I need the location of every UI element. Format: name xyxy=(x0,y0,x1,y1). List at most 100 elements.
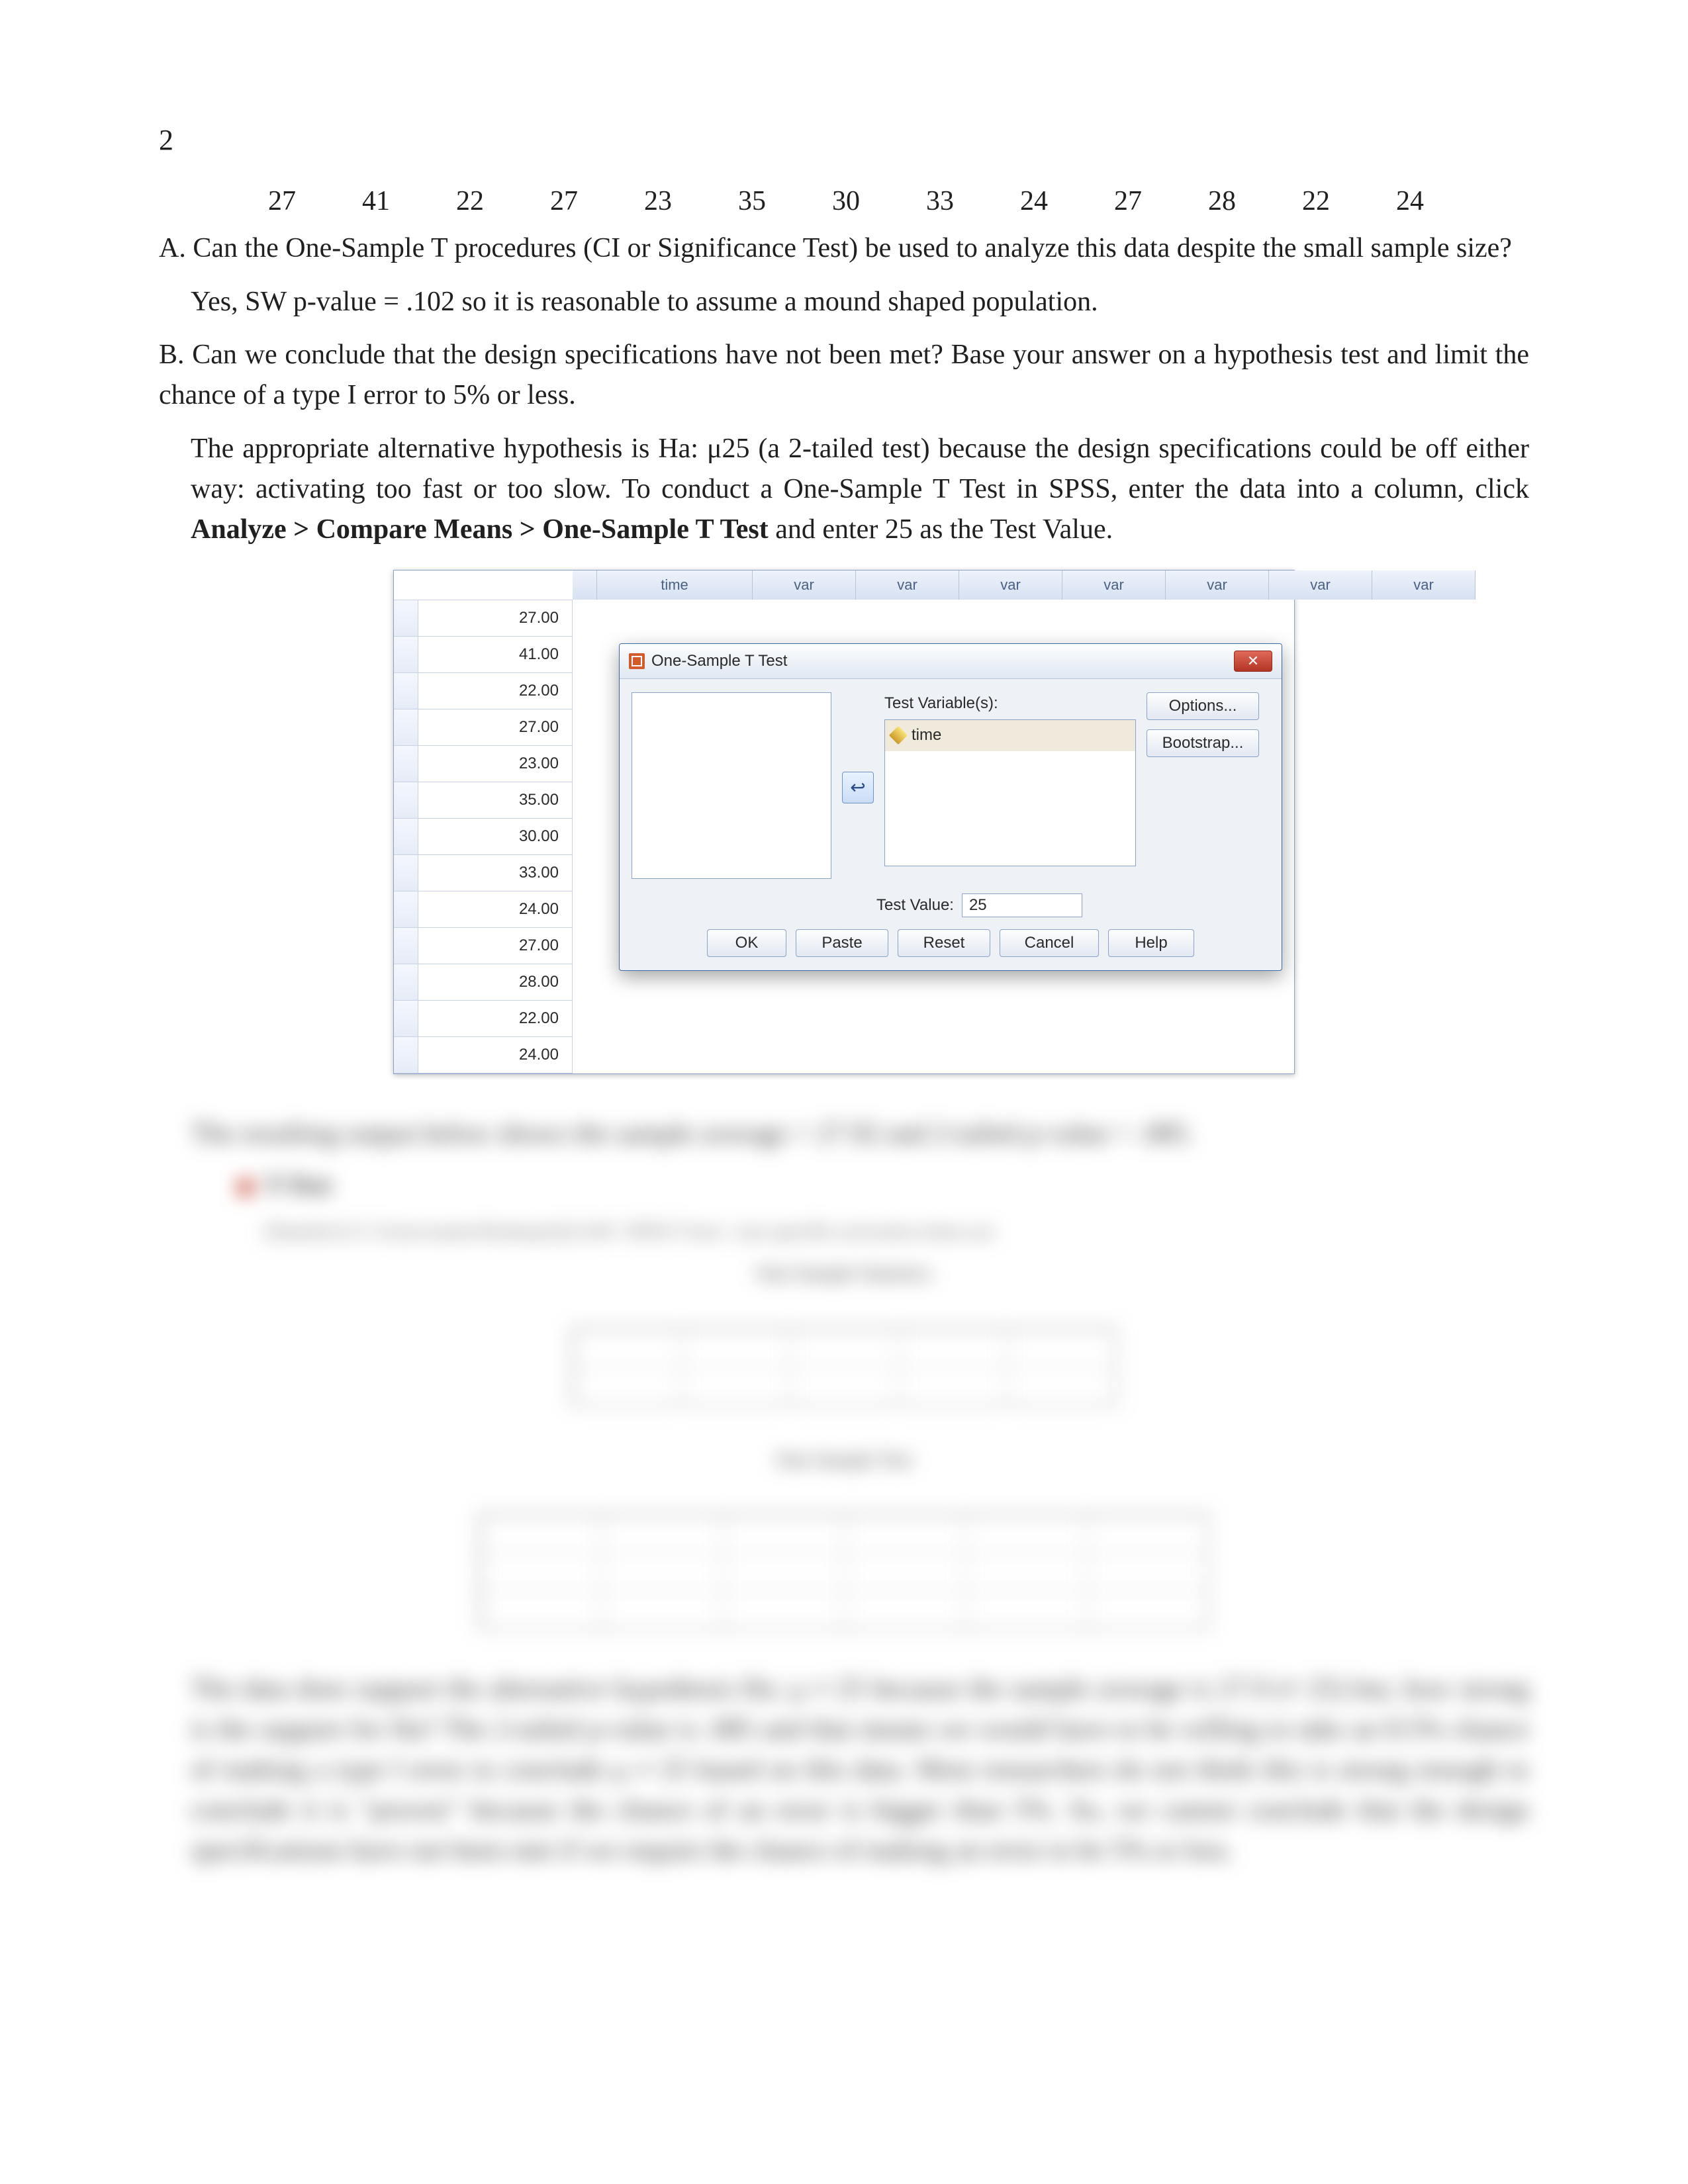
row-header[interactable] xyxy=(394,600,418,636)
spreadsheet-row[interactable]: 24.00 xyxy=(394,1037,573,1073)
cell-value[interactable]: 24.00 xyxy=(418,891,573,927)
col-header-var[interactable]: var xyxy=(1269,570,1372,600)
cell-value[interactable]: 27.00 xyxy=(418,928,573,964)
row-header[interactable] xyxy=(394,673,418,709)
stats-table-caption: One-Sample Statistics xyxy=(159,1259,1529,1288)
cell-value[interactable]: 28.00 xyxy=(418,964,573,1000)
sample-data-row: 27412227233530332427282224 xyxy=(265,181,1529,222)
sample-value: 35 xyxy=(735,181,769,222)
col-header-var[interactable]: var xyxy=(856,570,959,600)
cell-value[interactable]: 41.00 xyxy=(418,637,573,672)
bootstrap-button[interactable]: Bootstrap... xyxy=(1147,729,1259,757)
test-value-label: Test Value: xyxy=(876,894,954,917)
sample-value: 22 xyxy=(1299,181,1333,222)
test-value-input[interactable]: 25 xyxy=(962,893,1082,917)
spss-screenshot: time var var var var var var var 27.0041… xyxy=(393,570,1295,1074)
col-header-time[interactable]: time xyxy=(597,570,753,600)
sample-value: 30 xyxy=(829,181,863,222)
row-header[interactable] xyxy=(394,782,418,818)
sample-value: 41 xyxy=(359,181,393,222)
spreadsheet-header-row: time var var var var var var var xyxy=(573,570,1294,600)
row-header[interactable] xyxy=(394,891,418,927)
row-header[interactable] xyxy=(394,855,418,891)
row-header[interactable] xyxy=(394,637,418,672)
spreadsheet-row[interactable]: 23.00 xyxy=(394,746,573,782)
spreadsheet-row[interactable]: 28.00 xyxy=(394,964,573,1001)
cell-value[interactable]: 22.00 xyxy=(418,1001,573,1036)
ok-button[interactable]: OK xyxy=(707,929,786,957)
spreadsheet-row[interactable]: 22.00 xyxy=(394,673,573,709)
spreadsheet-row[interactable]: 41.00 xyxy=(394,637,573,673)
output-heading: T-Test xyxy=(238,1167,1529,1204)
cell-value[interactable]: 23.00 xyxy=(418,746,573,782)
col-header-var[interactable]: var xyxy=(1166,570,1269,600)
sample-value: 27 xyxy=(265,181,299,222)
cancel-button[interactable]: Cancel xyxy=(1000,929,1099,957)
row-header[interactable] xyxy=(394,928,418,964)
row-header[interactable] xyxy=(394,819,418,854)
cell-value[interactable]: 35.00 xyxy=(418,782,573,818)
spreadsheet-row[interactable]: 30.00 xyxy=(394,819,573,855)
row-header[interactable] xyxy=(394,1001,418,1036)
spreadsheet-row[interactable]: 35.00 xyxy=(394,782,573,819)
col-header-var[interactable]: var xyxy=(959,570,1062,600)
sample-value: 24 xyxy=(1017,181,1051,222)
output-summary-line: The resulting output below shows the sam… xyxy=(191,1114,1529,1154)
question-b-prompt: B. Can we conclude that the design speci… xyxy=(159,335,1529,416)
test-variables-list[interactable]: time xyxy=(884,719,1136,866)
cell-value[interactable]: 27.00 xyxy=(418,709,573,745)
cell-value[interactable]: 30.00 xyxy=(418,819,573,854)
col-header-var[interactable]: var xyxy=(1062,570,1166,600)
locked-content: The resulting output below shows the sam… xyxy=(159,1114,1529,1871)
close-icon[interactable]: ✕ xyxy=(1234,651,1272,672)
col-header-var[interactable]: var xyxy=(1372,570,1476,600)
variable-icon xyxy=(889,726,908,745)
spreadsheet-row[interactable]: 22.00 xyxy=(394,1001,573,1037)
dialog-titlebar[interactable]: One-Sample T Test ✕ xyxy=(620,644,1282,679)
row-header[interactable] xyxy=(394,709,418,745)
move-variable-button[interactable]: ↩ xyxy=(842,772,874,803)
one-sample-statistics-table xyxy=(571,1328,1117,1406)
cell-value[interactable]: 33.00 xyxy=(418,855,573,891)
sample-value: 27 xyxy=(1111,181,1145,222)
sample-value: 24 xyxy=(1393,181,1427,222)
sample-value: 28 xyxy=(1205,181,1239,222)
spreadsheet-column: 27.0041.0022.0027.0023.0035.0030.0033.00… xyxy=(394,570,573,1073)
test-variable-item[interactable]: time xyxy=(885,720,1135,751)
question-a-answer: Yes, SW p-value = .102 so it is reasonab… xyxy=(191,282,1529,322)
page-number: 2 xyxy=(159,119,1529,161)
row-header[interactable] xyxy=(394,746,418,782)
question-b-pre: The appropriate alternative hypothesis i… xyxy=(191,433,1529,504)
sample-value: 27 xyxy=(547,181,581,222)
sample-value: 22 xyxy=(453,181,487,222)
rowhead-blank xyxy=(573,570,597,600)
row-header[interactable] xyxy=(394,964,418,1000)
question-b-post: and enter 25 as the Test Value. xyxy=(769,514,1113,545)
help-button[interactable]: Help xyxy=(1108,929,1194,957)
dialog-title: One-Sample T Test xyxy=(651,650,787,673)
one-sample-test-table xyxy=(479,1514,1209,1629)
spreadsheet-row[interactable]: 27.00 xyxy=(394,709,573,746)
spreadsheet-row[interactable]: 27.00 xyxy=(394,600,573,637)
sample-value: 23 xyxy=(641,181,675,222)
paste-button[interactable]: Paste xyxy=(796,929,888,957)
menu-path: Analyze > Compare Means > One-Sample T T… xyxy=(191,514,769,545)
question-a-prompt: A. Can the One-Sample T procedures (CI o… xyxy=(159,228,1529,269)
cell-value[interactable]: 22.00 xyxy=(418,673,573,709)
one-sample-t-test-dialog: One-Sample T Test ✕ ↩ Test Variable(s): … xyxy=(619,643,1282,971)
spreadsheet-row[interactable]: 24.00 xyxy=(394,891,573,928)
source-variable-list[interactable] xyxy=(632,692,831,879)
row-header[interactable] xyxy=(394,1037,418,1073)
output-dataset-path: [DataSet1] C:\Users\name\Desktop\Q2.SAV … xyxy=(265,1217,1529,1246)
spreadsheet-row[interactable]: 27.00 xyxy=(394,928,573,964)
test-variables-label: Test Variable(s): xyxy=(884,692,1136,715)
cell-value[interactable]: 24.00 xyxy=(418,1037,573,1073)
test-variable-name: time xyxy=(912,724,941,747)
spreadsheet-row[interactable]: 33.00 xyxy=(394,855,573,891)
cell-value[interactable]: 27.00 xyxy=(418,600,573,636)
reset-button[interactable]: Reset xyxy=(898,929,990,957)
col-header-var[interactable]: var xyxy=(753,570,856,600)
options-button[interactable]: Options... xyxy=(1147,692,1259,720)
question-b-paragraph: The appropriate alternative hypothesis i… xyxy=(191,429,1529,550)
test-table-caption: One-Sample Test xyxy=(159,1445,1529,1475)
